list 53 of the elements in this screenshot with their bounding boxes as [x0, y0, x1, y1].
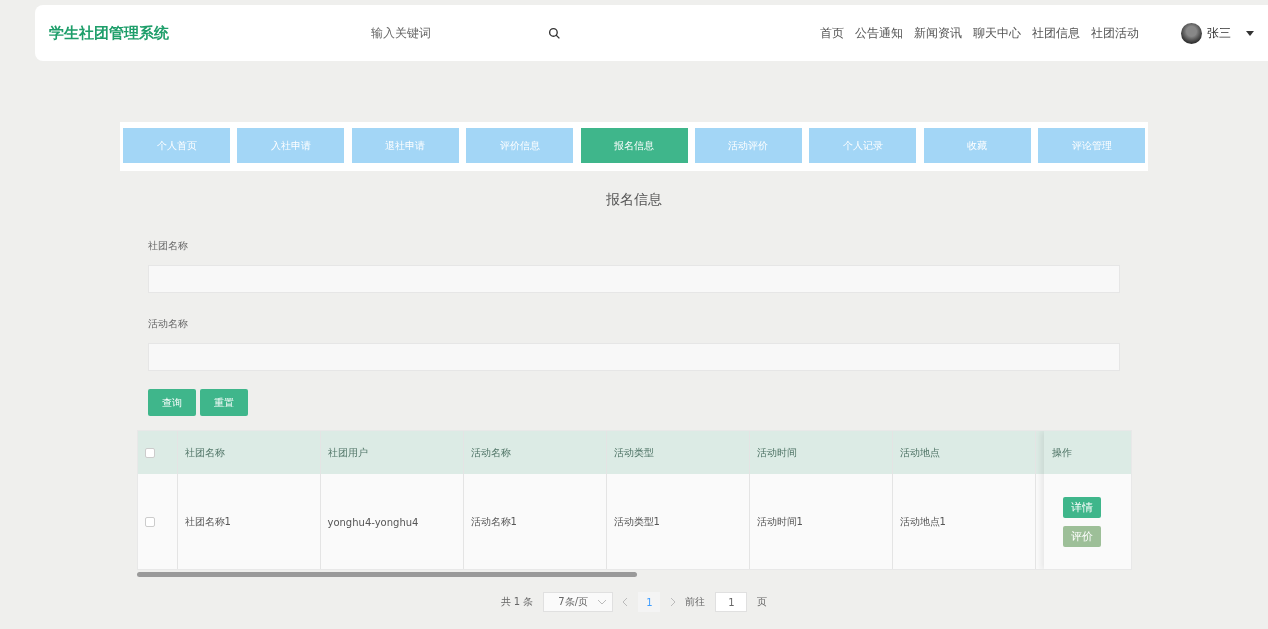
menu-tab[interactable]: 收藏	[923, 128, 1031, 163]
detail-button[interactable]: 详情	[1063, 497, 1101, 518]
search-icon[interactable]	[548, 26, 561, 40]
page-suffix: 页	[757, 595, 768, 609]
goto-label: 前往	[685, 595, 706, 609]
table-cell: 社团名称1	[177, 474, 321, 569]
menu-tab[interactable]: 退社申请	[351, 128, 459, 163]
column-header: 活动名称	[463, 431, 607, 474]
column-header: 社团用户	[320, 431, 464, 474]
column-header: 活动时间	[749, 431, 893, 474]
total-count: 共 1 条	[500, 595, 534, 609]
chevron-down-icon	[598, 599, 607, 605]
page-input[interactable]: 1	[715, 592, 748, 612]
menu-tab[interactable]: 个人首页	[123, 128, 230, 163]
nav-link[interactable]: 聊天中心	[973, 24, 1021, 42]
page-size-select[interactable]: 7条/页	[543, 592, 614, 612]
nav-link[interactable]: 社团信息	[1032, 24, 1080, 42]
menu-tab[interactable]: 活动评价	[694, 128, 802, 163]
scrollbar-thumb[interactable]	[136, 572, 637, 577]
search-button[interactable]: 查询	[148, 389, 196, 416]
column-header: 社团名称	[177, 431, 321, 474]
site-logo: 学生社团管理系统	[49, 23, 170, 43]
field-label: 社团名称	[148, 239, 189, 253]
user-name[interactable]: 张三	[1207, 24, 1231, 42]
search-field[interactable]: 输入关键词	[369, 25, 519, 41]
chevron-right-icon[interactable]	[670, 598, 676, 606]
user-avatar[interactable]	[1181, 22, 1202, 44]
nav-link[interactable]: 社团活动	[1091, 24, 1139, 42]
menu-tab[interactable]: 报名信息	[580, 128, 688, 163]
menu-tab[interactable]: 评价信息	[466, 128, 574, 163]
column-header: 操作	[1043, 431, 1131, 474]
chevron-left-icon[interactable]	[623, 598, 629, 606]
nav-link[interactable]: 首页	[820, 24, 844, 42]
table-cell: 活动时间1	[749, 474, 893, 569]
nav-link[interactable]: 新闻资讯	[914, 24, 962, 42]
menu-tab[interactable]: 评论管理	[1038, 128, 1145, 163]
page-title: 报名信息	[606, 191, 662, 209]
page-number[interactable]: 1	[638, 592, 661, 612]
review-button[interactable]: 评价	[1063, 526, 1101, 547]
menu-tab[interactable]: 个人记录	[809, 128, 917, 163]
reset-button[interactable]: 重置	[200, 389, 248, 416]
table-cell: 活动地点1	[892, 474, 1036, 569]
caret-icon[interactable]	[1246, 30, 1254, 36]
column-header: 活动地点	[892, 431, 1036, 474]
table-cell: yonghu4-yonghu4	[320, 474, 464, 569]
row-checkbox[interactable]	[144, 517, 155, 527]
select-all-checkbox[interactable]	[144, 447, 155, 458]
nav-link[interactable]: 公告通知	[855, 24, 903, 42]
column-header: 活动类型	[606, 431, 750, 474]
table-cell: 活动名称1	[463, 474, 607, 569]
field-label: 活动名称	[148, 317, 189, 331]
menu-tab[interactable]: 入社申请	[237, 128, 345, 163]
table-cell: 活动类型1	[606, 474, 750, 569]
